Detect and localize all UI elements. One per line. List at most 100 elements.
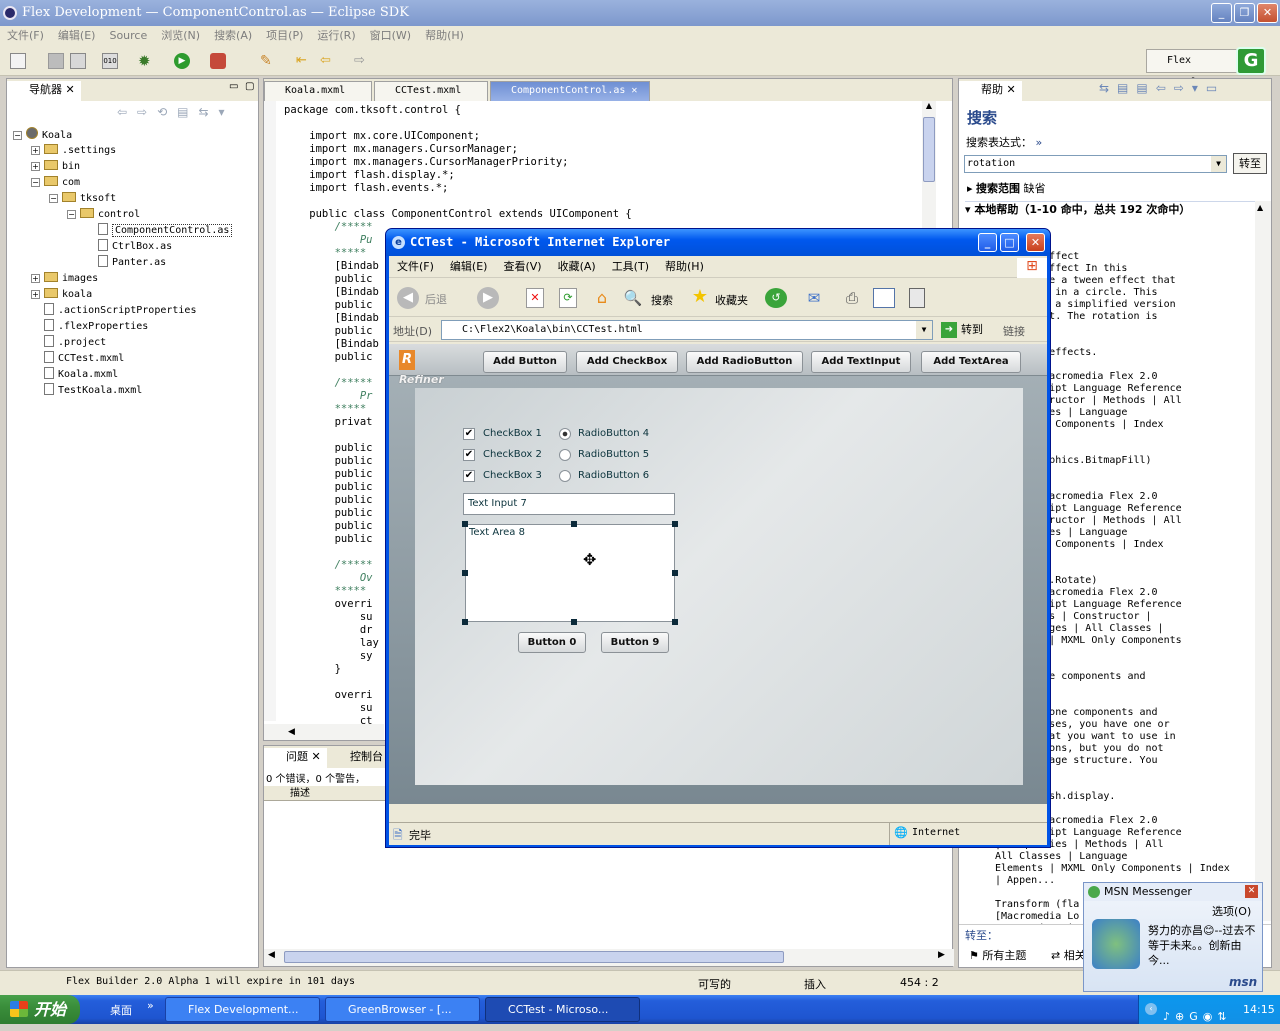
new-icon[interactable]	[10, 53, 26, 69]
msn-close-icon[interactable]: ✕	[1245, 885, 1258, 898]
tree-toggle-icon[interactable]: −	[13, 131, 22, 140]
print-page-icon[interactable]: ⎙	[841, 288, 863, 308]
ie-title-bar[interactable]: CCTest - Microsoft Internet Explorer	[386, 229, 1050, 256]
text-input[interactable]: Text Input 7	[463, 493, 675, 515]
last-edit-icon[interactable]: ⇤	[296, 53, 312, 69]
radio-button[interactable]	[559, 470, 571, 482]
ie-menu-item[interactable]: 文件(F)	[389, 256, 442, 278]
search-scope[interactable]: ▸ 搜索范围 缺省	[967, 180, 1046, 196]
perspective-switcher[interactable]: Flex Devel...	[1146, 49, 1238, 88]
editor-tab[interactable]: ComponentControl.as ✕	[490, 81, 650, 101]
more-link[interactable]: »	[1036, 136, 1043, 149]
menu-item[interactable]: 帮助(H)	[418, 26, 471, 46]
start-button[interactable]: 开始	[0, 995, 80, 1024]
tree-toggle-icon[interactable]: +	[31, 162, 40, 171]
debug-icon[interactable]: ✹	[138, 53, 154, 69]
flex-toolbar-button[interactable]: Add RadioButton	[686, 351, 803, 373]
tree-item[interactable]: .project	[13, 335, 253, 351]
tree-item[interactable]: .actionScriptProperties	[13, 303, 253, 319]
taskbar-item-eclipse[interactable]: Flex Development...	[165, 997, 320, 1022]
tree-item[interactable]: + bin	[13, 159, 253, 175]
msn-popup[interactable]: MSN Messenger ✕ 选项(O) 努力的亦昌😊--过去不等于未来。。创…	[1083, 882, 1263, 992]
tree-toggle-icon[interactable]: +	[31, 290, 40, 299]
resize-handle[interactable]	[462, 619, 468, 625]
menu-item[interactable]: 文件(F)	[0, 26, 51, 46]
flex-button[interactable]: Button 9	[601, 632, 669, 653]
radio-button[interactable]	[559, 449, 571, 461]
flex-button[interactable]: Button 0	[518, 632, 586, 653]
tree-item[interactable]: + .settings	[13, 143, 253, 159]
close-tab-icon[interactable]: ✕	[625, 85, 637, 96]
edit-icon[interactable]	[873, 288, 895, 308]
tree-item[interactable]: − control	[13, 207, 253, 223]
tree-toggle-icon[interactable]: +	[31, 146, 40, 155]
tray-icons[interactable]: ♪⊕G◉⇅	[1163, 1002, 1232, 1031]
help-result-line[interactable]: Elements | MXML Only Components | Index	[995, 863, 1270, 875]
results-header[interactable]: ▾ 本地帮助（1-10 命中，总共 192 次命中）	[965, 201, 1255, 217]
help-vscroll[interactable]: ▲	[1255, 201, 1271, 921]
ie-menu-item[interactable]: 帮助(H)	[657, 256, 712, 278]
tree-item[interactable]: CCTest.mxml	[13, 351, 253, 367]
related-link[interactable]: ⇄ 相关	[1051, 947, 1086, 963]
tree-toggle-icon[interactable]: −	[67, 210, 76, 219]
flex-toolbar-button[interactable]: Add TextInput	[811, 351, 911, 373]
tab-help[interactable]: 帮助 ✕	[959, 81, 1022, 101]
problems-hscroll[interactable]: ◀ ▶	[264, 949, 954, 966]
ie-menu-item[interactable]: 查看(V)	[495, 256, 549, 278]
links-label[interactable]: 链接	[1003, 323, 1025, 339]
flex-canvas[interactable]: ✔ CheckBox 1 ✔ CheckBox 2 ✔ CheckBox 3 RadioBu…	[415, 388, 1023, 785]
back-icon[interactable]: ◀	[397, 287, 419, 309]
menu-item[interactable]: 运行(R)	[310, 26, 362, 46]
tree-toggle-icon[interactable]: −	[49, 194, 58, 203]
checkbox[interactable]: ✔	[463, 470, 475, 482]
menu-item[interactable]: 搜索(A)	[207, 26, 259, 46]
resize-handle[interactable]	[672, 619, 678, 625]
flex-toolbar-button[interactable]: Add CheckBox	[576, 351, 678, 373]
tree-item[interactable]: + koala	[13, 287, 253, 303]
favorites-icon[interactable]: ★	[689, 286, 711, 308]
menu-item[interactable]: 编辑(E)	[51, 26, 103, 46]
quicklaunch-desktop[interactable]: 桌面	[110, 1002, 132, 1018]
greenbrowser-icon[interactable]: G	[1236, 47, 1266, 75]
print-icon[interactable]	[70, 53, 86, 69]
checkbox[interactable]: ✔	[463, 428, 475, 440]
radio-button[interactable]	[559, 428, 571, 440]
ie-menu-item[interactable]: 工具(T)	[604, 256, 657, 278]
taskbar-item-greenbrowser[interactable]: GreenBrowser - [...	[325, 997, 480, 1022]
ie-minimize-button[interactable]: _	[978, 233, 997, 252]
ie-menu-item[interactable]: 编辑(E)	[442, 256, 496, 278]
tree-item[interactable]: − com	[13, 175, 253, 191]
messenger-icon[interactable]	[909, 288, 925, 308]
minimize-button[interactable]: _	[1211, 3, 1232, 23]
tree-item[interactable]: TestKoala.mxml	[13, 383, 253, 399]
tree-item[interactable]: − Koala	[13, 127, 253, 143]
tree-item[interactable]: + images	[13, 271, 253, 287]
ie-maximize-button[interactable]: □	[1000, 233, 1019, 252]
editor-hscroll[interactable]: ◀	[264, 724, 384, 740]
help-toolbar[interactable]: ⇆▤▤⇦⇨▾▭	[1099, 81, 1225, 95]
forward-icon[interactable]: ▶	[477, 287, 499, 309]
back-arrow-icon[interactable]: ⇦	[320, 53, 336, 69]
tray-expand-icon[interactable]: ‹	[1145, 1003, 1157, 1015]
tab-console[interactable]: 控制台	[344, 748, 389, 768]
tab-problems[interactable]: 问题 ✕	[264, 748, 327, 768]
tree-toggle-icon[interactable]: +	[31, 274, 40, 283]
editor-tab[interactable]: Koala.mxml	[264, 81, 372, 101]
navigator-view-toolbar[interactable]: ⇦⇨⟲▤⇆▾	[117, 105, 257, 123]
history-icon[interactable]: ↺	[765, 288, 787, 308]
resize-handle[interactable]	[571, 619, 577, 625]
ie-menu-item[interactable]: 收藏(A)	[550, 256, 604, 278]
maximize-button[interactable]: ❐	[1234, 3, 1255, 23]
help-result-line[interactable]: All Classes | Language	[995, 851, 1270, 863]
resize-handle[interactable]	[571, 521, 577, 527]
msn-options-link[interactable]: 选项(O)	[1212, 903, 1251, 919]
flex-toolbar-button[interactable]: Add TextArea	[921, 351, 1021, 373]
favorites-label[interactable]: 收藏夹	[715, 292, 748, 308]
tree-item[interactable]: .flexProperties	[13, 319, 253, 335]
menu-item[interactable]: 浏览(N)	[154, 26, 207, 46]
binary-icon[interactable]: 010	[102, 53, 118, 69]
tree-item[interactable]: Koala.mxml	[13, 367, 253, 383]
eclipse-title-bar[interactable]: Flex Development — ComponentControl.as —…	[0, 0, 1280, 26]
home-icon[interactable]: ⌂	[591, 288, 613, 308]
taskbar-item-ie[interactable]: CCTest - Microso...	[485, 997, 640, 1022]
